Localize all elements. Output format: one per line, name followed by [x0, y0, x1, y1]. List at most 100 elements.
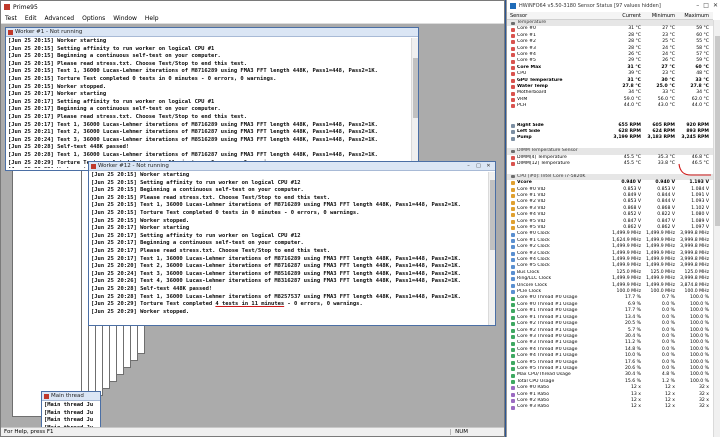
- worker-1-titlebar[interactable]: Worker #1 - Not running: [6, 28, 418, 37]
- sensor-table: Temperature Core #0 31 °C 27 °C 59 °C Core #1…: [507, 20, 713, 411]
- worker-1-scrollbar[interactable]: [411, 38, 418, 170]
- usage-icon: [511, 360, 515, 365]
- sensor-maximum: 44.0 °C: [691, 103, 709, 109]
- maximize-icon[interactable]: □: [703, 2, 709, 9]
- worker-1-window[interactable]: Worker #1 - Not running [Jun 25 20:15] W…: [5, 27, 419, 171]
- red-annotation-mark: [678, 163, 711, 176]
- maximize-icon[interactable]: □: [474, 163, 483, 169]
- col-current[interactable]: Current: [609, 12, 643, 19]
- mdi-client-area: Worker #1 - Not running [Jun 25 20:15] W…: [1, 24, 504, 428]
- menu-edit[interactable]: Edit: [21, 15, 41, 22]
- log-line: [Jun 25 20:24] Test 3, 36000 Lucas-Lehme…: [91, 270, 461, 277]
- usage-icon: [511, 328, 515, 333]
- minimize-icon[interactable]: –: [464, 163, 473, 169]
- clock-icon: [511, 271, 515, 276]
- fan-icon: [511, 136, 515, 141]
- menu-advanced[interactable]: Advanced: [40, 15, 78, 22]
- thermometer-icon: [511, 104, 515, 109]
- menu-options[interactable]: Options: [78, 15, 109, 22]
- clock-icon: [511, 290, 515, 295]
- sensor-current: 3,199 RPM: [613, 135, 641, 141]
- voltage-icon: [511, 226, 515, 231]
- prime95-statusbar: For Help, press F1 NUM: [1, 427, 504, 436]
- menu-help[interactable]: Help: [141, 15, 163, 22]
- minimize-icon[interactable]: –: [696, 2, 699, 9]
- chip-icon: [511, 21, 515, 25]
- main-thread-log: [Main thread Ju [Main thread Ju [Main thre…: [44, 402, 98, 428]
- col-minimum[interactable]: Minimum: [643, 12, 677, 19]
- log-line: [Jun 25 20:17] Test 1, 36000 Lucas-Lehme…: [8, 121, 378, 128]
- log-line: [Jun 25 20:15] Test 1, 36000 Lucas-Lehme…: [91, 202, 461, 209]
- sensor-minimum: 33.8 °C: [657, 160, 675, 166]
- sensor-row[interactable]: Core #3 Ratio 12 x 12 x 32 x: [507, 404, 713, 410]
- ratio-icon: [511, 386, 515, 391]
- close-icon[interactable]: ✕: [713, 2, 718, 9]
- clock-icon: [511, 277, 515, 282]
- hwinfo-scrollbar[interactable]: [713, 20, 720, 437]
- log-line: [Jun 25 20:17] Please read stress.txt. C…: [8, 113, 247, 120]
- thermometer-icon: [511, 53, 515, 58]
- thermometer-icon: [511, 91, 515, 96]
- worker-1-title: Worker #1 - Not running: [15, 29, 83, 35]
- menu-window[interactable]: Window: [109, 15, 141, 22]
- log-line: [Jun 25 20:15] Worker starting: [8, 38, 107, 44]
- menu-test[interactable]: Test: [1, 15, 21, 22]
- voltage-icon: [511, 219, 515, 224]
- log-line: [Jun 25 20:15] Please read stress.txt. C…: [91, 194, 330, 201]
- log-line: [Jun 25 20:15] Torture Test completed 0 …: [91, 209, 360, 216]
- main-thread-window[interactable]: Main thread [Main thread Ju [Main thread …: [41, 391, 101, 428]
- log-line: [Jun 25 20:17] Beginning a continuous se…: [91, 240, 304, 247]
- worker-icon: [44, 393, 49, 399]
- log-line: [Jun 25 20:15] Worker stopped.: [91, 217, 190, 224]
- fan-icon: [511, 130, 515, 135]
- log-line: [Jun 25 20:20] Test 2, 36000 Lucas-Lehme…: [91, 263, 461, 270]
- log-line: [Jun 25 20:28] Self-test 448K passed!: [91, 285, 213, 292]
- thermometer-icon: [511, 78, 515, 83]
- usage-icon: [511, 341, 515, 346]
- col-sensor[interactable]: Sensor: [507, 12, 609, 19]
- close-icon[interactable]: ✕: [484, 163, 493, 169]
- log-line: [Jun 25 20:26] Test 4, 36000 Lucas-Lehme…: [91, 278, 461, 285]
- log-line: [Jun 25 20:28] Test 1, 36000 Lucas-Lehme…: [8, 151, 378, 158]
- sensor-minimum: 43.0 °C: [657, 103, 675, 109]
- main-thread-title: Main thread: [51, 393, 84, 399]
- worker-12-log: [Jun 25 20:15] Worker starting [Jun 25 20…: [91, 172, 487, 323]
- worker-12-window[interactable]: Worker #12 - Not running – □ ✕ [Jun 25 2…: [88, 161, 496, 326]
- sensor-name: PCH: [517, 103, 527, 109]
- status-help-text: For Help, press F1: [4, 429, 54, 435]
- sensor-row[interactable]: PCH 44.0 °C 43.0 °C 44.0 °C: [507, 103, 713, 109]
- highlighted-result: 4 tests in 11 minutes: [215, 301, 285, 308]
- log-line: [Jun 25 20:28] Test 1, 36000 Lucas-Lehme…: [91, 293, 461, 300]
- log-line: [Jun 25 20:15] Beginning a continuous se…: [8, 53, 221, 60]
- hwinfo-title: HWiNFO64 v5.50-3180 Sensor Status [97 va…: [519, 3, 661, 9]
- log-line: [Jun 25 20:15] Worker stopped.: [8, 83, 107, 90]
- log-line: [Jun 25 20:17] Test 1, 36000 Lucas-Lehme…: [91, 255, 461, 262]
- log-line: [Jun 25 20:17] Setting affinity to run w…: [8, 98, 215, 105]
- log-line: [Jun 25 20:17] Setting affinity to run w…: [91, 232, 301, 239]
- clock-icon: [511, 245, 515, 250]
- thermometer-icon: [511, 85, 515, 90]
- voltage-icon: [511, 194, 515, 199]
- log-line: [Jun 25 20:15] Please read stress.txt. C…: [8, 60, 247, 67]
- sensor-row[interactable]: Pump 3,199 RPM 3,183 RPM 3,245 RPM: [507, 135, 713, 141]
- usage-icon: [511, 303, 515, 308]
- log-line: [Jun 25 20:15] Setting affinity to run w…: [8, 45, 215, 52]
- sensor-name: Pump: [517, 135, 532, 141]
- status-num-indicator: NUM: [450, 429, 468, 435]
- sensor-current: 45.5 °C: [623, 160, 641, 166]
- hwinfo-titlebar[interactable]: HWiNFO64 v5.50-3180 Sensor Status [97 va…: [507, 0, 720, 12]
- col-maximum[interactable]: Maximum: [677, 12, 711, 19]
- log-line: [Jun 25 20:15] Beginning a continuous se…: [91, 187, 304, 194]
- main-thread-titlebar[interactable]: Main thread: [42, 392, 100, 401]
- worker-12-title: Worker #12 - Not running: [98, 163, 169, 169]
- clock-icon: [511, 283, 515, 288]
- worker-12-scrollbar[interactable]: [488, 172, 495, 325]
- thermometer-icon: [511, 72, 515, 77]
- prime95-window: Prime95 Test Edit Advanced Options Windo…: [0, 0, 505, 437]
- thermometer-icon: [511, 34, 515, 39]
- log-line: [Jun 25 20:17] Worker starting: [8, 91, 107, 98]
- prime95-app-icon: [4, 4, 10, 10]
- worker-12-titlebar[interactable]: Worker #12 - Not running – □ ✕: [89, 162, 495, 171]
- worker-icon: [91, 163, 96, 169]
- prime95-titlebar[interactable]: Prime95: [1, 1, 504, 13]
